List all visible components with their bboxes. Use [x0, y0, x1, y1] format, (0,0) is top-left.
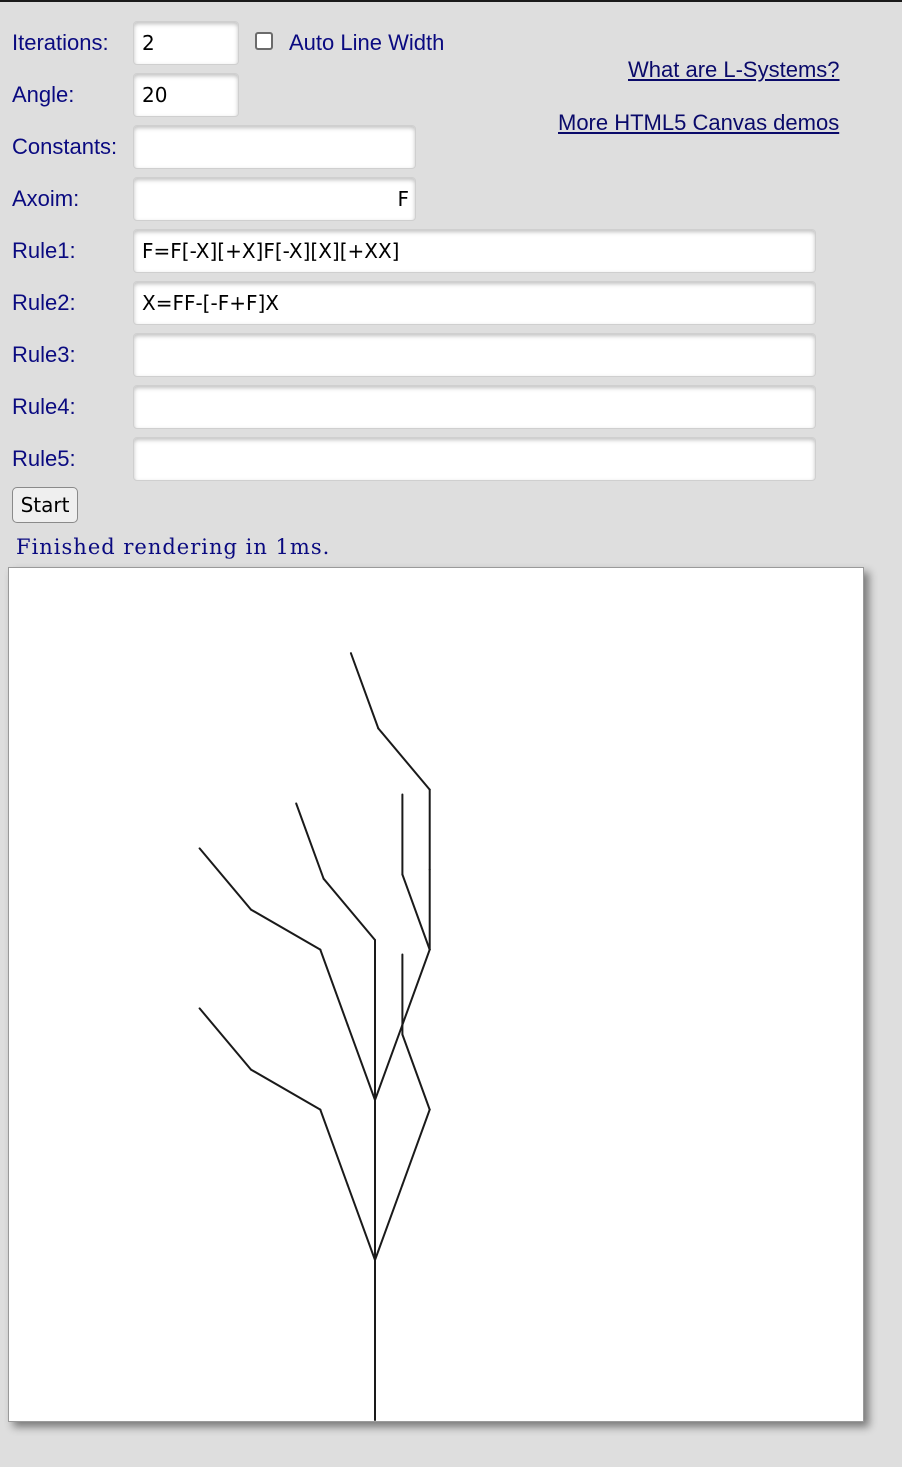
axiom-label: Axoim: — [12, 186, 80, 211]
tree-segment — [349, 652, 380, 730]
tree-segment — [198, 847, 252, 911]
render-status: Finished rendering in 1ms. — [16, 535, 331, 559]
constants-label: Constants: — [12, 134, 118, 159]
tree-segment — [250, 1068, 322, 1111]
tree-segment — [401, 1033, 431, 1111]
iterations-input[interactable] — [133, 21, 239, 65]
angle-label: Angle: — [12, 82, 75, 107]
rule4-label: Rule4: — [12, 394, 76, 419]
rule3-label: Rule3: — [12, 342, 76, 367]
rule5-input[interactable] — [133, 437, 816, 481]
tree-segment — [319, 948, 349, 1026]
tree-segment — [374, 1023, 404, 1101]
rule3-input[interactable] — [133, 333, 816, 377]
tree-segment — [295, 802, 325, 880]
tree-segment — [319, 1108, 349, 1186]
tree-segment — [401, 873, 431, 951]
tree-segment — [250, 908, 322, 951]
rule2-input[interactable] — [133, 281, 816, 325]
angle-input[interactable] — [133, 73, 239, 117]
tree-segment — [401, 1108, 431, 1186]
rule1-input[interactable] — [133, 229, 816, 273]
auto-line-width-label[interactable]: Auto Line Width — [289, 30, 444, 56]
tree-segment — [346, 1183, 376, 1261]
tree-segment — [374, 1183, 404, 1261]
start-button[interactable]: Start — [12, 487, 78, 523]
what-are-l-systems-link[interactable]: What are L-Systems? — [628, 57, 840, 83]
rule1-label: Rule1: — [12, 238, 76, 263]
tree-segment — [322, 877, 376, 941]
rule4-input[interactable] — [133, 385, 816, 429]
rule5-label: Rule5: — [12, 446, 76, 471]
lsystem-canvas[interactable] — [8, 567, 864, 1422]
tree-segment — [401, 948, 431, 1026]
lsystem-drawing — [198, 652, 431, 1421]
top-border — [0, 0, 902, 2]
tree-segment — [377, 727, 431, 791]
auto-line-width-checkbox[interactable] — [255, 32, 273, 50]
constants-input[interactable] — [133, 125, 416, 169]
tree-segment — [346, 1023, 376, 1101]
iterations-label: Iterations: — [12, 30, 109, 55]
more-canvas-demos-link[interactable]: More HTML5 Canvas demos — [558, 110, 839, 136]
axiom-input[interactable] — [133, 177, 416, 221]
tree-segment — [198, 1007, 252, 1071]
rule2-label: Rule2: — [12, 290, 76, 315]
